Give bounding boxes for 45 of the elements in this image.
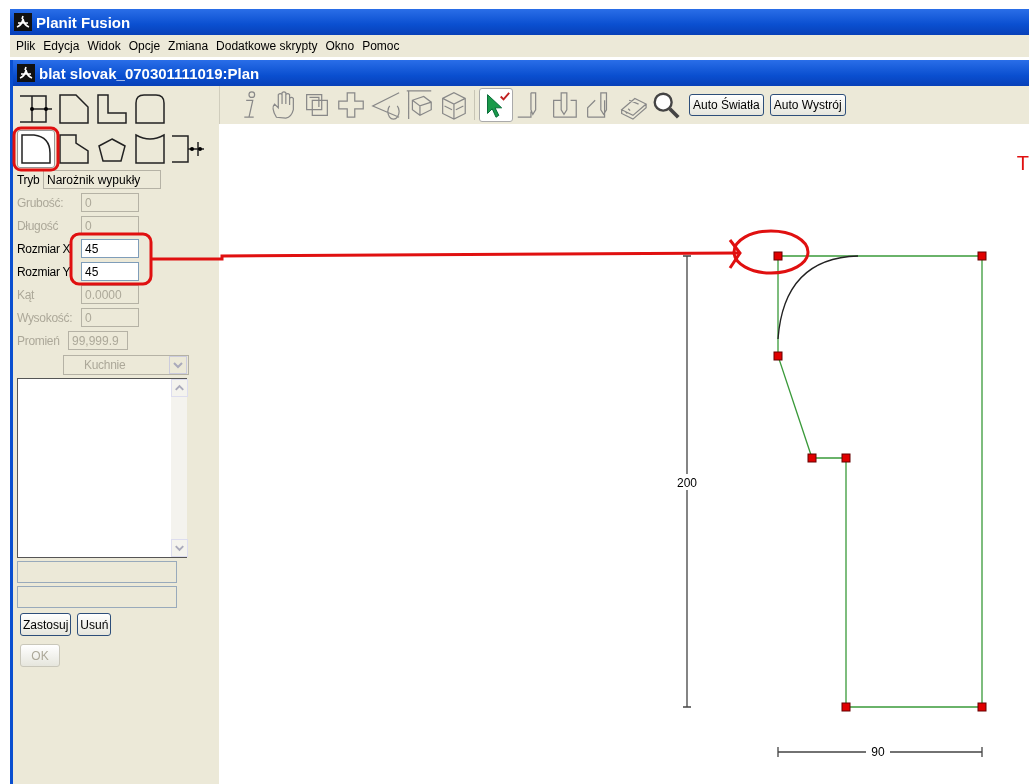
window-title: Planit Fusion xyxy=(36,13,131,31)
menu-item[interactable]: Edycja xyxy=(39,39,84,53)
window-title: blat slovak_070301111019:Plan xyxy=(39,64,260,82)
notched-shape-icon xyxy=(56,131,92,167)
mode-field[interactable]: Narożnik wypukły xyxy=(43,170,161,189)
field-label: Kąt xyxy=(17,287,36,302)
field-label: Tryb xyxy=(17,172,41,187)
chevron-up-icon[interactable] xyxy=(171,379,188,397)
menu-item[interactable]: Okno xyxy=(321,39,359,53)
plus-icon xyxy=(335,89,367,121)
menu-item[interactable]: Zmiana xyxy=(164,39,213,53)
app-logo-icon xyxy=(17,64,35,82)
tool-button[interactable] xyxy=(479,88,513,122)
dimension-label: 200 xyxy=(677,476,697,490)
field-label: Długość xyxy=(17,218,60,233)
app-logo-icon xyxy=(14,13,32,31)
menu-item[interactable]: Dodatkowe skrypty xyxy=(212,39,322,53)
annotation-text: T xyxy=(1016,152,1029,175)
field-label: Promień xyxy=(17,333,61,348)
chamfer-shape-icon xyxy=(56,91,92,127)
menu-item[interactable]: Plik xyxy=(12,39,40,53)
highlight-box xyxy=(12,126,60,172)
shape-tool-button[interactable] xyxy=(17,130,55,168)
rounded-corner-icon xyxy=(18,131,54,167)
field-label: Rozmiar X xyxy=(17,241,72,256)
l-shape-icon xyxy=(94,91,130,127)
scrollbar[interactable] xyxy=(171,379,187,557)
input-field[interactable]: 45 xyxy=(81,239,139,258)
input-field[interactable]: 45 xyxy=(81,262,139,281)
rounded-shape-icon xyxy=(132,91,168,127)
chevron-down-icon[interactable] xyxy=(171,539,188,557)
chevron-down-icon xyxy=(169,356,187,374)
menu-item[interactable]: Pomoc xyxy=(358,39,404,53)
menu-item[interactable]: Opcje xyxy=(124,39,165,53)
delete-button[interactable]: Usuń xyxy=(77,613,112,636)
toolbar-button[interactable]: Auto Wystrój xyxy=(769,94,846,116)
field-label: Grubość: xyxy=(17,195,65,210)
concave-shape-icon xyxy=(132,131,168,167)
field-label: Rozmiar Y xyxy=(17,264,72,279)
menu-item[interactable]: Widok xyxy=(83,39,125,53)
eye-view-icon xyxy=(369,89,401,121)
dimension-label: 90 xyxy=(871,745,885,759)
apply-button[interactable]: Zastosuj xyxy=(20,613,72,636)
toolbar-button[interactable]: Auto Światła xyxy=(689,94,764,116)
field-label: Wysokość: xyxy=(17,310,74,325)
